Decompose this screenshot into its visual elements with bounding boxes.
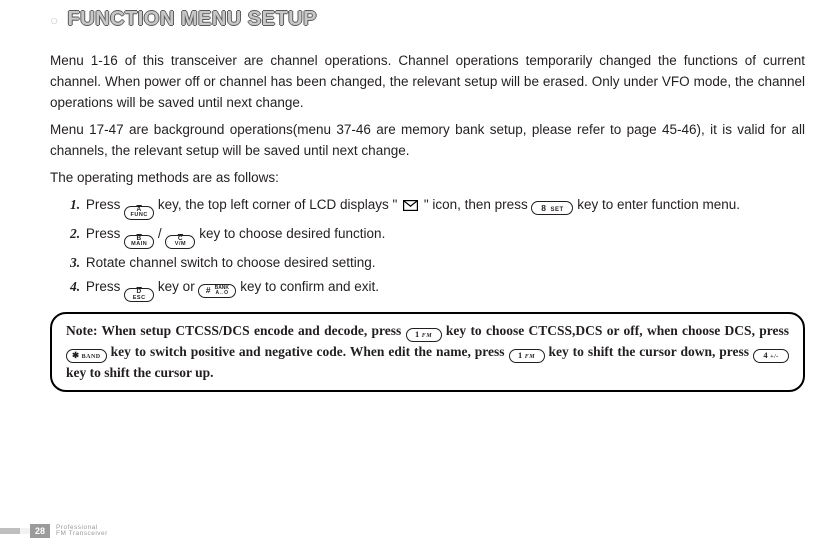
footer-bar bbox=[0, 528, 20, 534]
paragraph-3: The operating methods are as follows: bbox=[50, 168, 805, 189]
paragraph-2: Menu 17-47 are background operations(men… bbox=[50, 120, 805, 162]
paragraph-1: Menu 1-16 of this transceiver are channe… bbox=[50, 51, 805, 114]
step-number: 3. bbox=[70, 255, 80, 270]
step-number: 2. bbox=[70, 226, 80, 241]
key-star-band: ✱BAND bbox=[66, 349, 107, 363]
page-number: 28 bbox=[30, 524, 50, 538]
note-text: key to switch positive and negative code… bbox=[111, 344, 509, 359]
step-text: key to enter function menu. bbox=[577, 197, 740, 212]
key-a-func: AFUNC bbox=[124, 206, 154, 220]
step-text: key or bbox=[158, 279, 199, 294]
key-4-plusminus: 4+/- bbox=[753, 349, 789, 363]
section-title: FUNCTION MENU SETUP bbox=[67, 8, 317, 31]
key-hash-bank: #BANKA↔O bbox=[198, 284, 236, 298]
step-text: Press bbox=[86, 197, 124, 212]
key-b-main: BMAIN bbox=[124, 235, 154, 249]
step-text: key to confirm and exit. bbox=[240, 279, 379, 294]
section-header: ○ FUNCTION MENU SETUP bbox=[50, 8, 805, 31]
steps-list: 1. Press AFUNC key, the top left corner … bbox=[50, 195, 805, 303]
note-text: key to shift the cursor up. bbox=[66, 365, 214, 380]
page-footer: 28 Professional FM Transceiver bbox=[0, 523, 108, 539]
step-2: 2. Press BMAIN / CV/M key to choose desi… bbox=[70, 224, 805, 249]
step-text: / bbox=[158, 226, 166, 241]
note-text: Note: When setup CTCSS/DCS encode and de… bbox=[66, 323, 406, 338]
step-text: key, the top left corner of LCD displays… bbox=[158, 197, 401, 212]
body-text: Menu 1-16 of this transceiver are channe… bbox=[50, 51, 805, 392]
manual-page: ○ FUNCTION MENU SETUP Menu 1-16 of this … bbox=[0, 0, 839, 549]
key-1-fm: 1FM bbox=[509, 349, 545, 363]
footer-label: Professional FM Transceiver bbox=[56, 525, 108, 538]
step-text: " icon, then press bbox=[424, 197, 532, 212]
header-bullet: ○ bbox=[50, 12, 59, 28]
note-text: key to shift the cursor down, press bbox=[548, 344, 753, 359]
step-number: 1. bbox=[70, 197, 80, 212]
envelope-icon bbox=[403, 197, 418, 218]
note-text: key to choose CTCSS,DCS or off, when cho… bbox=[446, 323, 789, 338]
step-text: key to choose desired function. bbox=[199, 226, 385, 241]
key-d-esc: DESC bbox=[124, 288, 154, 302]
step-text: Rotate channel switch to choose desired … bbox=[86, 255, 376, 270]
note-box: Note: When setup CTCSS/DCS encode and de… bbox=[50, 312, 805, 392]
key-c-vm: CV/M bbox=[165, 235, 195, 249]
step-1: 1. Press AFUNC key, the top left corner … bbox=[70, 195, 805, 220]
step-text: Press bbox=[86, 226, 124, 241]
step-text: Press bbox=[86, 279, 124, 294]
step-number: 4. bbox=[70, 279, 80, 294]
step-3: 3. Rotate channel switch to choose desir… bbox=[70, 253, 805, 274]
step-4: 4. Press DESC key or #BANKA↔O key to con… bbox=[70, 277, 805, 302]
key-8-set: 8SET bbox=[531, 201, 573, 215]
footer-bar bbox=[20, 528, 30, 534]
key-1-fm: 1FM bbox=[406, 328, 442, 342]
